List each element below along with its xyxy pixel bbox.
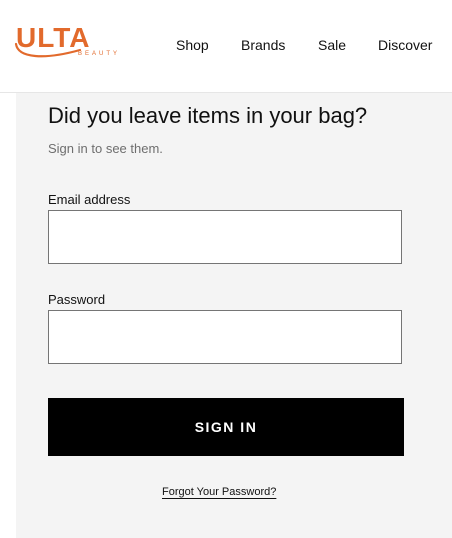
email-label: Email address <box>48 192 131 207</box>
password-label: Password <box>48 292 106 307</box>
nav-discover[interactable]: Discover <box>378 37 432 53</box>
nav-shop[interactable]: Shop <box>176 37 209 53</box>
signin-headline: Did you leave items in your bag? <box>48 103 368 128</box>
nav-brands[interactable]: Brands <box>241 37 285 53</box>
forgot-password-link[interactable]: Forgot Your Password? <box>162 486 276 498</box>
signin-panel: Did you leave items in your bag? Sign in… <box>16 93 452 538</box>
sign-in-button[interactable]: SIGN IN <box>48 398 404 456</box>
signin-subtext: Sign in to see them. <box>48 141 163 156</box>
nav-sale[interactable]: Sale <box>318 37 346 53</box>
main-nav: Shop Brands Sale Discover <box>0 37 452 57</box>
password-field[interactable] <box>48 310 402 364</box>
email-field[interactable] <box>48 210 402 264</box>
site-header: ULTA BEAUTY Shop Brands Sale Discover <box>0 0 452 93</box>
